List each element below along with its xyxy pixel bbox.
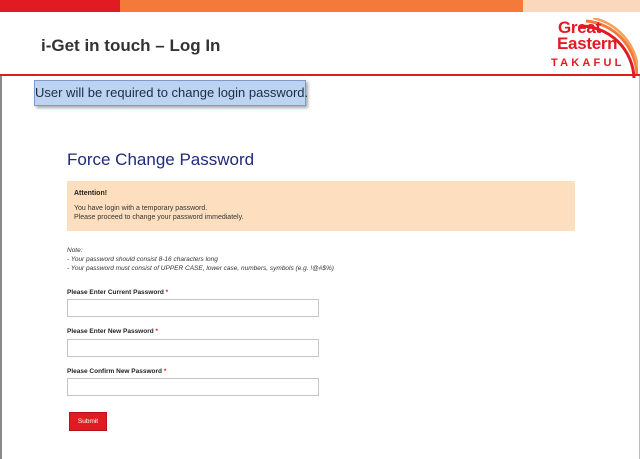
confirm-password-label: Please Confirm New Password * (67, 368, 166, 375)
logo-text-eastern: Eastern (557, 34, 618, 53)
attention-heading: Attention! (74, 190, 108, 197)
page-title: i-Get in touch – Log In (41, 36, 221, 55)
top-color-bar (0, 0, 640, 12)
password-change-notice: User will be required to change login pa… (34, 80, 308, 106)
required-mark: * (165, 289, 169, 296)
required-mark: * (155, 328, 159, 335)
attention-line-1: You have login with a temporary password… (74, 205, 208, 212)
new-password-input[interactable] (67, 339, 319, 357)
new-password-label: Please Enter New Password * (67, 328, 158, 335)
header-divider (0, 74, 640, 76)
form-title: Force Change Password (67, 150, 255, 169)
top-bar-segment-peach (523, 0, 640, 12)
great-eastern-takaful-logo: Great Eastern TAKAFUL (538, 16, 638, 79)
required-mark: * (163, 368, 167, 375)
attention-line-2: Please proceed to change your password i… (74, 214, 244, 221)
current-password-input[interactable] (67, 299, 319, 317)
new-password-label-text: Please Enter New Password (67, 328, 154, 335)
attention-box: Attention! You have login with a tempora… (67, 181, 575, 231)
note-line-1: - Your password should consist 8-16 char… (67, 256, 218, 263)
password-rules-note: Note: - Your password should consist 8-1… (67, 246, 334, 273)
left-border (0, 76, 2, 459)
confirm-password-input[interactable] (67, 378, 319, 396)
note-heading: Note: (67, 247, 83, 254)
current-password-label-text: Please Enter Current Password (67, 289, 164, 296)
logo-text-takaful: TAKAFUL (551, 57, 625, 69)
confirm-password-label-text: Please Confirm New Password (67, 368, 163, 375)
note-line-2: - Your password must consist of UPPER CA… (67, 265, 334, 272)
top-bar-segment-red (0, 0, 120, 12)
top-bar-segment-orange (120, 0, 523, 12)
submit-button[interactable]: Submit (69, 412, 107, 431)
current-password-label: Please Enter Current Password * (67, 289, 168, 296)
